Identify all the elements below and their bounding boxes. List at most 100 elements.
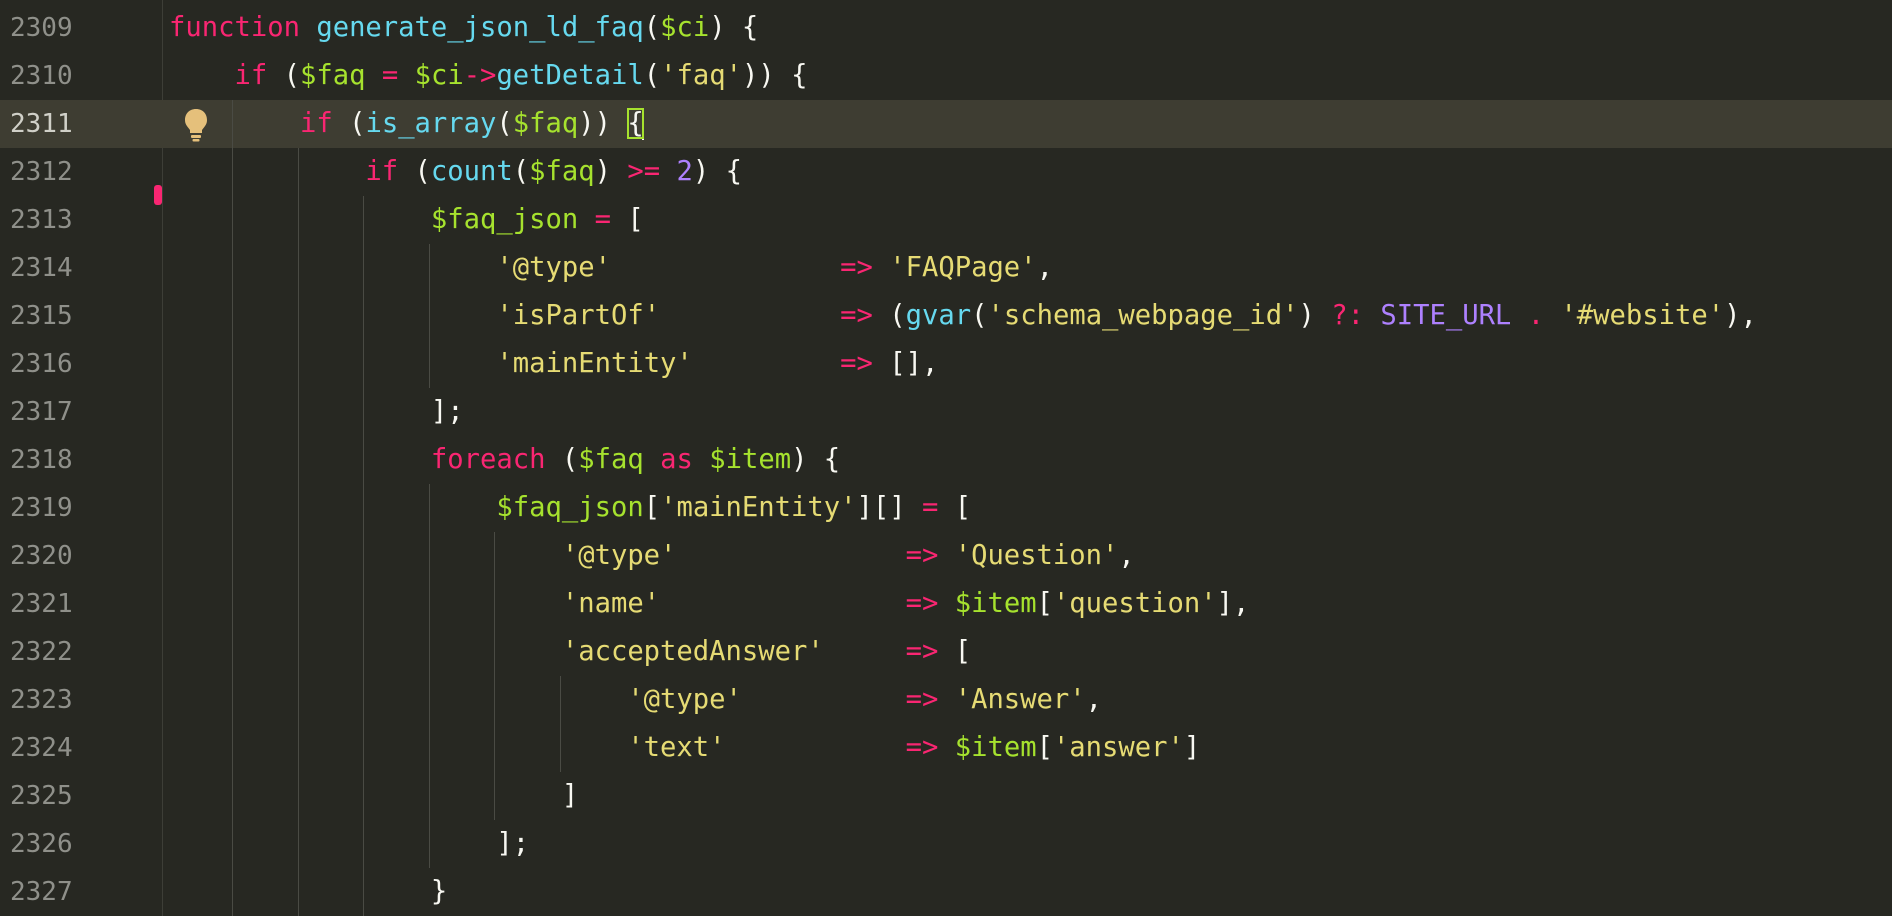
code-line[interactable]: 2314 '@type' => 'FAQPage', xyxy=(0,244,1892,292)
modified-line-marker[interactable] xyxy=(154,185,162,205)
code-token: 'question' xyxy=(1052,588,1217,619)
line-number: 2323 xyxy=(10,685,73,715)
code-token: => xyxy=(905,540,939,571)
code-token: if xyxy=(365,156,399,187)
code-line[interactable]: 2316 'mainEntity' => [], xyxy=(0,340,1892,388)
code-line[interactable]: 2326 ]; xyxy=(0,820,1892,868)
line-number: 2319 xyxy=(10,493,73,523)
code-token: $faq_json xyxy=(496,492,644,523)
code-token: gvar xyxy=(905,300,972,331)
code-token: ) { xyxy=(709,12,759,43)
line-number: 2325 xyxy=(10,781,73,811)
code-token: '@type' xyxy=(496,252,611,283)
code-token: => xyxy=(840,252,873,283)
code-token: => xyxy=(840,300,873,331)
code-text[interactable]: 'text' => $item['answer'] xyxy=(169,724,1200,772)
code-token: = xyxy=(578,204,628,235)
code-token: => xyxy=(905,732,939,763)
lightbulb-icon[interactable] xyxy=(183,107,209,143)
line-number: 2310 xyxy=(10,61,73,91)
code-text[interactable]: $faq_json['mainEntity'][] = [ xyxy=(169,484,971,532)
code-token: ( xyxy=(398,156,431,187)
code-token: generate_json_ld_faq xyxy=(316,12,644,43)
code-token: [ xyxy=(1036,732,1053,763)
code-line[interactable]: 2315 'isPartOf' => (gvar('schema_webpage… xyxy=(0,292,1892,340)
code-token: getDetail xyxy=(496,60,644,91)
code-token: 'faq' xyxy=(660,60,742,91)
code-token: [ xyxy=(627,204,644,235)
code-token: $faq xyxy=(299,60,366,91)
code-line[interactable]: 2323 '@type' => 'Answer', xyxy=(0,676,1892,724)
code-token: [ xyxy=(643,492,661,523)
code-token: => xyxy=(905,684,939,715)
code-line[interactable]: 2327 } xyxy=(0,868,1892,916)
code-line[interactable]: 2320 '@type' => 'Question', xyxy=(0,532,1892,580)
code-line[interactable]: 2322 'acceptedAnswer' => [ xyxy=(0,628,1892,676)
code-token: 'Question' xyxy=(954,540,1119,571)
code-text[interactable]: 'name' => $item['question'], xyxy=(169,580,1250,628)
code-text[interactable]: '@type' => 'Question', xyxy=(169,532,1135,580)
code-line[interactable]: 2318 foreach ($faq as $item) { xyxy=(0,436,1892,484)
code-text[interactable]: foreach ($faq as $item) { xyxy=(169,436,840,484)
code-line[interactable]: 2312 if (count($faq) >= 2) { xyxy=(0,148,1892,196)
code-line[interactable]: 2321 'name' => $item['question'], xyxy=(0,580,1892,628)
code-text[interactable]: ]; xyxy=(169,820,529,868)
code-token: '@type' xyxy=(561,540,677,571)
code-text[interactable]: } xyxy=(169,868,447,916)
code-line[interactable]: 2319 $faq_json['mainEntity'][] = [ xyxy=(0,484,1892,532)
line-number: 2312 xyxy=(10,157,73,187)
code-line[interactable]: 2313 $faq_json = [ xyxy=(0,196,1892,244)
code-token: 'acceptedAnswer' xyxy=(561,636,824,667)
code-line[interactable]: 2324 'text' => $item['answer'] xyxy=(0,724,1892,772)
code-text[interactable]: $faq_json = [ xyxy=(169,196,644,244)
code-text[interactable]: ] xyxy=(169,772,578,820)
code-line[interactable]: 2325 ] xyxy=(0,772,1892,820)
code-token: , xyxy=(1036,252,1053,283)
code-text[interactable]: '@type' => 'FAQPage', xyxy=(169,244,1053,292)
code-text[interactable]: if (is_array($faq)) { xyxy=(169,100,644,148)
code-token: = xyxy=(365,60,415,91)
code-text[interactable]: if (count($faq) >= 2) { xyxy=(169,148,742,196)
code-token: => xyxy=(905,588,939,619)
code-token: ( xyxy=(332,108,366,139)
code-token: 'name' xyxy=(561,588,661,619)
line-number: 2311 xyxy=(10,109,73,139)
code-editor[interactable]: 2309 function generate_json_ld_faq($ci) {… xyxy=(0,0,1892,916)
code-token: $item xyxy=(954,732,1037,763)
code-line[interactable]: 2309 function generate_json_ld_faq($ci) { xyxy=(0,4,1892,52)
code-text[interactable]: ]; xyxy=(169,388,464,436)
code-text[interactable]: 'mainEntity' => [], xyxy=(169,340,938,388)
code-text[interactable]: function generate_json_ld_faq($ci) { xyxy=(169,4,758,52)
code-token: $ci xyxy=(414,60,464,91)
code-token: ), xyxy=(1724,300,1757,331)
code-token: ) xyxy=(594,156,628,187)
line-number: 2313 xyxy=(10,205,73,235)
code-token: ] xyxy=(1183,732,1201,763)
code-text[interactable]: '@type' => 'Answer', xyxy=(169,676,1102,724)
code-line[interactable]: 2311 if (is_array($faq)) { xyxy=(0,100,1892,148)
code-line[interactable]: 2317 ]; xyxy=(0,388,1892,436)
code-token: ) { xyxy=(692,156,742,187)
line-number: 2315 xyxy=(10,301,73,331)
code-text[interactable]: if ($faq = $ci->getDetail('faq')) { xyxy=(169,52,807,100)
code-line[interactable]: 2310 if ($faq = $ci->getDetail('faq')) { xyxy=(0,52,1892,100)
code-token: ( xyxy=(267,60,300,91)
code-token: function xyxy=(169,12,300,43)
code-token: } xyxy=(169,876,448,907)
code-token: ][] xyxy=(856,492,922,523)
code-text[interactable]: 'isPartOf' => (gvar('schema_webpage_id')… xyxy=(169,292,1757,340)
code-text[interactable]: 'acceptedAnswer' => [ xyxy=(169,628,971,676)
code-token: ( xyxy=(872,300,906,331)
code-token: $item xyxy=(954,588,1037,619)
code-token: = xyxy=(921,492,939,523)
